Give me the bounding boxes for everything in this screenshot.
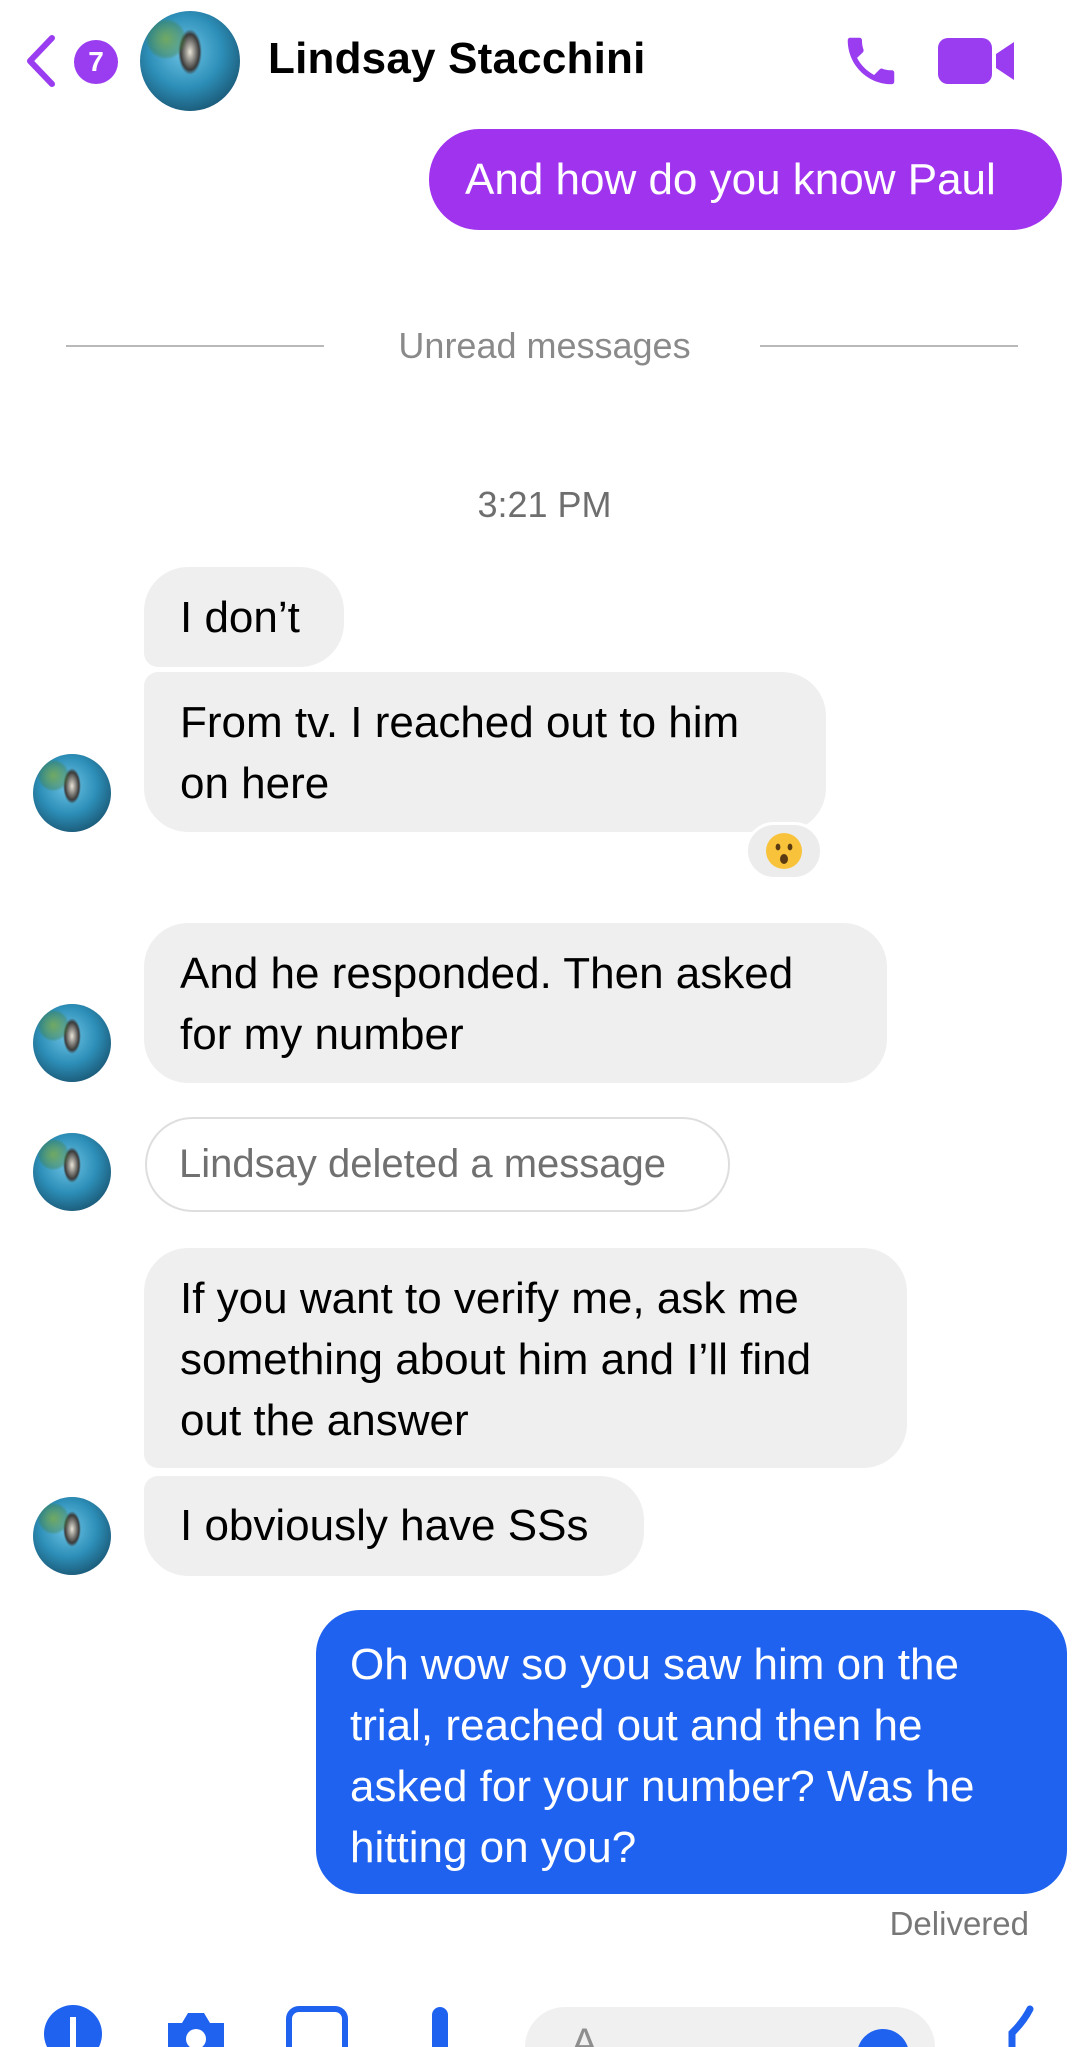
- incoming-message[interactable]: And he responded. Then asked for my numb…: [144, 923, 887, 1083]
- divider-line-right: [760, 345, 1018, 347]
- like-icon[interactable]: [1000, 2003, 1040, 2047]
- message-text: Lindsay deleted a message: [179, 1142, 666, 1186]
- sender-avatar[interactable]: [33, 1133, 111, 1211]
- microphone-icon[interactable]: [425, 2003, 455, 2047]
- incoming-message[interactable]: From tv. I reached out to him on here: [144, 672, 826, 832]
- video-camera-icon[interactable]: [938, 36, 1016, 86]
- message-line: And he responded. Then asked: [180, 949, 794, 998]
- message-input-placeholder: A: [571, 2021, 598, 2047]
- message-line: asked for your number? Was he: [350, 1762, 975, 1811]
- message-line: From tv. I reached out to him: [180, 698, 740, 747]
- message-line: on here: [180, 759, 330, 808]
- incoming-message[interactable]: If you want to verify me, ask me somethi…: [144, 1248, 907, 1468]
- outgoing-message[interactable]: And how do you know Paul: [429, 129, 1062, 230]
- message-line: for my number: [180, 1010, 464, 1059]
- plus-icon[interactable]: [42, 2003, 104, 2047]
- camera-icon[interactable]: [160, 2003, 232, 2047]
- message-text: And how do you know Paul: [465, 155, 996, 204]
- contact-name[interactable]: Lindsay Stacchini: [268, 34, 646, 84]
- sender-avatar[interactable]: [33, 1004, 111, 1082]
- deleted-message-notice: Lindsay deleted a message: [145, 1117, 730, 1212]
- incoming-message[interactable]: I don’t: [144, 567, 344, 667]
- surprised-emoji-icon: [766, 833, 802, 869]
- delivery-status: Delivered: [889, 1905, 1029, 1942]
- back-button[interactable]: 7: [22, 32, 122, 90]
- message-line: trial, reached out and then he: [350, 1701, 923, 1750]
- unread-count-badge: 7: [74, 40, 118, 84]
- contact-avatar[interactable]: [140, 11, 240, 111]
- phone-icon[interactable]: [840, 30, 902, 92]
- outgoing-message[interactable]: Oh wow so you saw him on the trial, reac…: [316, 1610, 1067, 1894]
- reaction-badge[interactable]: [745, 822, 823, 880]
- sender-avatar[interactable]: [33, 1497, 111, 1575]
- sender-avatar[interactable]: [33, 754, 111, 832]
- incoming-message[interactable]: I obviously have SSs: [144, 1476, 644, 1576]
- image-icon[interactable]: [285, 2003, 349, 2047]
- message-timestamp: 3:21 PM: [477, 484, 612, 525]
- message-line: out the answer: [180, 1396, 469, 1445]
- message-text: I don’t: [180, 593, 300, 642]
- message-line: If you want to verify me, ask me: [180, 1274, 799, 1323]
- chat-header: 7 Lindsay Stacchini: [0, 0, 1089, 118]
- message-line: something about him and I’ll find: [180, 1335, 812, 1384]
- message-line: Oh wow so you saw him on the: [350, 1640, 959, 1689]
- back-chevron-icon: [27, 35, 55, 87]
- message-text: I obviously have SSs: [180, 1501, 589, 1550]
- emoji-icon[interactable]: [855, 2027, 911, 2047]
- message-line: hitting on you?: [350, 1823, 637, 1872]
- message-input[interactable]: A: [525, 2007, 935, 2047]
